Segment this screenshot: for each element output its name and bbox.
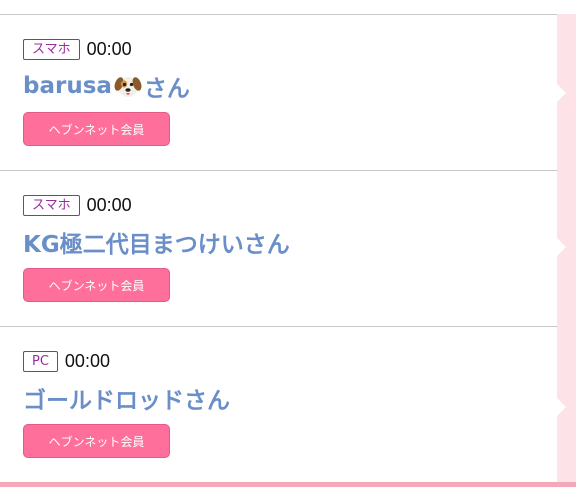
honorific-suffix: さん [243, 232, 290, 258]
side-notch [557, 84, 566, 102]
visitor-name-text: KG極二代目まつけい [23, 232, 244, 258]
device-badge: スマホ [23, 194, 80, 216]
visitor-item[interactable]: スマホ 00:00 barusa さん ヘブンネット会員 [0, 15, 557, 171]
dog-face-icon [114, 72, 142, 100]
visitor-meta: スマホ 00:00 [23, 37, 132, 61]
device-badge: PC [23, 350, 58, 372]
heaven-net-member-button[interactable]: ヘブンネット会員 [23, 268, 170, 302]
visitor-item[interactable]: スマホ 00:00 KG極二代目まつけい さん ヘブンネット会員 [0, 171, 557, 327]
visitor-name-text: ゴールドロッド [23, 388, 184, 414]
device-badge: スマホ [23, 38, 80, 60]
visit-time: 00:00 [86, 194, 132, 215]
honorific-suffix: さん [143, 76, 190, 102]
bottom-decoration [0, 482, 576, 487]
visitor-list: スマホ 00:00 barusa さん ヘブンネット会員 スマホ 00:00 K… [0, 15, 557, 483]
visitor-name[interactable]: KG極二代目まつけい さん [23, 226, 290, 258]
visit-time: 00:00 [64, 350, 110, 371]
visitor-name[interactable]: barusa さん [23, 70, 190, 102]
visitor-item[interactable]: PC 00:00 ゴールドロッド さん ヘブンネット会員 [0, 327, 557, 483]
heaven-net-member-button[interactable]: ヘブンネット会員 [23, 424, 170, 458]
honorific-suffix: さん [184, 388, 230, 414]
side-notch [557, 238, 566, 256]
visit-time: 00:00 [86, 38, 132, 59]
visitor-meta: PC 00:00 [23, 349, 110, 373]
heaven-net-member-button[interactable]: ヘブンネット会員 [23, 112, 170, 146]
visitor-meta: スマホ 00:00 [23, 193, 132, 217]
side-notch [557, 398, 566, 416]
visitor-name-text: barusa [23, 73, 112, 99]
visitor-name[interactable]: ゴールドロッド さん [23, 382, 230, 414]
